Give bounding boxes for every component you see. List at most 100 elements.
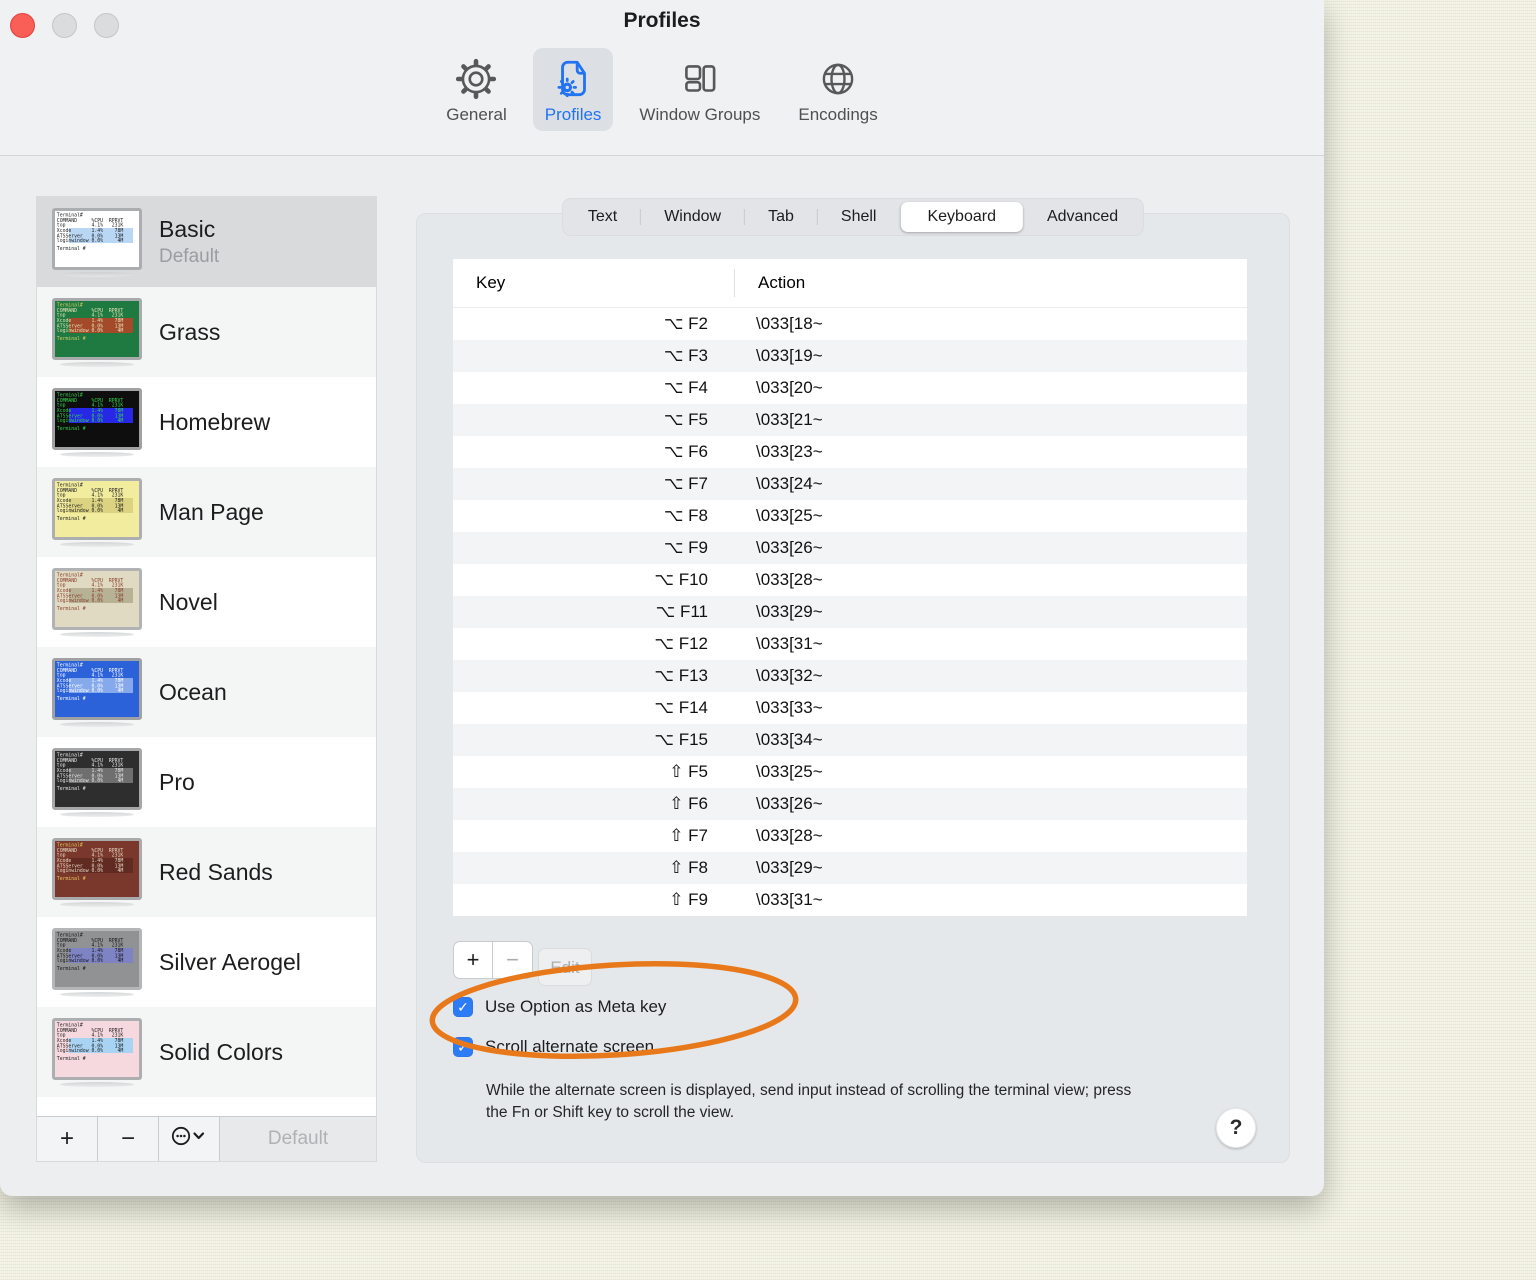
- key-mapping-row[interactable]: ⇧ F8 \033[29~: [453, 852, 1247, 884]
- default-profile-button[interactable]: Default: [220, 1117, 376, 1161]
- add-key-mapping-button[interactable]: +: [453, 941, 493, 979]
- profile-thumbnail: Terminal# COMMAND %CPU RPRVT top 4.1% 231…: [52, 387, 144, 457]
- column-header-action[interactable]: Action: [734, 273, 805, 293]
- table-body: ⌥ F2 \033[18~ ⌥ F3 \033[19~ ⌥ F4 \033[20~ ⌥ F5…: [453, 308, 1247, 916]
- action-cell: \033[28~: [756, 826, 823, 845]
- table-header[interactable]: Key Action: [453, 259, 1247, 308]
- key-mapping-row[interactable]: ⌥ F12 \033[31~: [453, 628, 1247, 660]
- profile-name: Ocean: [159, 678, 227, 705]
- key-mapping-row[interactable]: ⌥ F2 \033[18~: [453, 308, 1247, 340]
- profile-name: Red Sands: [159, 858, 273, 885]
- tab-advanced[interactable]: Advanced: [1024, 202, 1141, 232]
- action-cell: \033[28~: [756, 570, 823, 589]
- action-cell: \033[18~: [756, 314, 823, 333]
- use-option-as-meta-row: ✓ Use Option as Meta key: [453, 997, 666, 1017]
- key-mapping-row[interactable]: ⌥ F6 \033[23~: [453, 436, 1247, 468]
- profile-meta: Pro: [159, 769, 195, 796]
- thumbnail-shadow: [60, 991, 134, 997]
- toolbar-item-window-groups[interactable]: Window Groups: [627, 48, 772, 131]
- profile-settings-panel: Text Window Tab Shell Keyboard Advanced Key A…: [416, 198, 1290, 1163]
- tab-text[interactable]: Text: [565, 202, 640, 232]
- key-mapping-row[interactable]: ⌥ F13 \033[32~: [453, 660, 1247, 692]
- use-option-as-meta-checkbox[interactable]: ✓: [453, 997, 473, 1017]
- profile-name: Novel: [159, 588, 218, 615]
- action-cell: \033[21~: [756, 410, 823, 429]
- edit-key-mapping-button[interactable]: Edit: [538, 948, 592, 986]
- key-mapping-row[interactable]: ⇧ F6 \033[26~: [453, 788, 1247, 820]
- key-cell: ⌥ F6: [663, 442, 708, 461]
- profile-row-silver-aerogel[interactable]: Terminal# COMMAND %CPU RPRVT top 4.1% 231…: [37, 917, 376, 1007]
- profile-meta: Solid Colors: [159, 1039, 283, 1066]
- key-mapping-row[interactable]: ⌥ F9 \033[26~: [453, 532, 1247, 564]
- profile-row-man-page[interactable]: Terminal# COMMAND %CPU RPRVT top 4.1% 231…: [37, 467, 376, 557]
- key-mapping-row[interactable]: ⌥ F8 \033[25~: [453, 500, 1247, 532]
- tab-window[interactable]: Window: [641, 202, 744, 232]
- tab-keyboard[interactable]: Keyboard: [900, 202, 1023, 232]
- key-cell: ⌥ F9: [663, 538, 708, 557]
- profile-row-ocean[interactable]: Terminal# COMMAND %CPU RPRVT top 4.1% 231…: [37, 647, 376, 737]
- profile-thumbnail: Terminal# COMMAND %CPU RPRVT top 4.1% 231…: [52, 837, 144, 907]
- tab-tab[interactable]: Tab: [745, 202, 817, 232]
- table-actions: + − Edit: [453, 941, 592, 986]
- toolbar-item-profiles[interactable]: Profiles: [532, 48, 614, 131]
- profile-row-red-sands[interactable]: Terminal# COMMAND %CPU RPRVT top 4.1% 231…: [37, 827, 376, 917]
- profile-meta: Basic Default: [159, 216, 219, 268]
- profile-row-homebrew[interactable]: Terminal# COMMAND %CPU RPRVT top 4.1% 231…: [37, 377, 376, 467]
- remove-key-mapping-button[interactable]: −: [493, 941, 533, 979]
- terminal-preview: Terminal# COMMAND %CPU RPRVT top 4.1% 231…: [52, 927, 142, 990]
- toolbar-item-encodings[interactable]: Encodings: [786, 48, 889, 131]
- action-cell: \033[31~: [756, 890, 823, 909]
- profile-meta: Grass: [159, 319, 220, 346]
- column-header-key[interactable]: Key: [453, 273, 734, 293]
- terminal-preview: Terminal# COMMAND %CPU RPRVT top 4.1% 231…: [52, 747, 142, 810]
- tab-shell[interactable]: Shell: [818, 202, 900, 232]
- profile-thumbnail: Terminal# COMMAND %CPU RPRVT top 4.1% 231…: [52, 207, 144, 277]
- remove-profile-button[interactable]: −: [98, 1117, 159, 1161]
- profile-row-basic[interactable]: Terminal# COMMAND %CPU RPRVT top 4.1% 231…: [37, 197, 376, 287]
- key-mapping-row[interactable]: ⌥ F3 \033[19~: [453, 340, 1247, 372]
- key-mappings-table: Key Action ⌥ F2 \033[18~ ⌥ F3 \033[19~ ⌥ F4 \…: [453, 259, 1247, 916]
- add-profile-button[interactable]: +: [37, 1117, 98, 1161]
- action-cell: \033[33~: [756, 698, 823, 717]
- action-cell: \033[29~: [756, 858, 823, 877]
- profile-thumbnail: Terminal# COMMAND %CPU RPRVT top 4.1% 231…: [52, 297, 144, 367]
- key-mapping-row[interactable]: ⇧ F5 \033[25~: [453, 756, 1247, 788]
- profile-row-pro[interactable]: Terminal# COMMAND %CPU RPRVT top 4.1% 231…: [37, 737, 376, 827]
- thumbnail-shadow: [60, 451, 134, 457]
- key-mapping-row[interactable]: ⇧ F7 \033[28~: [453, 820, 1247, 852]
- key-cell: ⌥ F7: [663, 474, 708, 493]
- key-mapping-row[interactable]: ⌥ F10 \033[28~: [453, 564, 1247, 596]
- key-mapping-row[interactable]: ⇧ F9 \033[31~: [453, 884, 1247, 916]
- thumbnail-shadow: [60, 631, 134, 637]
- key-cell: ⇧ F9: [669, 890, 708, 909]
- profile-row-solid-colors[interactable]: Terminal# COMMAND %CPU RPRVT top 4.1% 231…: [37, 1007, 376, 1097]
- preview-text: Terminal# COMMAND %CPU RPRVT top 4.1% 231…: [56, 751, 124, 791]
- key-mapping-row[interactable]: ⌥ F7 \033[24~: [453, 468, 1247, 500]
- more-options-button[interactable]: [159, 1117, 220, 1161]
- profile-row-grass[interactable]: Terminal# COMMAND %CPU RPRVT top 4.1% 231…: [37, 287, 376, 377]
- toolbar-label-profiles: Profiles: [544, 105, 602, 124]
- profile-list: Terminal# COMMAND %CPU RPRVT top 4.1% 231…: [37, 197, 376, 1097]
- key-mapping-row[interactable]: ⌥ F5 \033[21~: [453, 404, 1247, 436]
- scroll-alternate-screen-checkbox[interactable]: ✓: [453, 1037, 473, 1057]
- key-cell: ⌥ F13: [654, 666, 708, 685]
- toolbar-label-general: General: [446, 105, 507, 124]
- action-cell: \033[20~: [756, 378, 823, 397]
- profile-meta: Homebrew: [159, 409, 270, 436]
- key-mapping-row[interactable]: ⌥ F14 \033[33~: [453, 692, 1247, 724]
- help-button[interactable]: ?: [1216, 1108, 1256, 1148]
- profile-subtitle: Default: [159, 246, 220, 267]
- key-mapping-row[interactable]: ⌥ F11 \033[29~: [453, 596, 1247, 628]
- profile-thumbnail: Terminal# COMMAND %CPU RPRVT top 4.1% 231…: [52, 1017, 144, 1087]
- toolbar-item-general[interactable]: General: [434, 48, 518, 131]
- terminal-preview: Terminal# COMMAND %CPU RPRVT top 4.1% 231…: [52, 387, 142, 450]
- key-cell: ⌥ F3: [663, 346, 708, 365]
- preview-text: Terminal# COMMAND %CPU RPRVT top 4.1% 231…: [56, 391, 124, 431]
- titlebar: Profiles General Profiles Window Groups …: [0, 0, 1324, 156]
- profile-row-novel[interactable]: Terminal# COMMAND %CPU RPRVT top 4.1% 231…: [37, 557, 376, 647]
- key-cell: ⇧ F8: [669, 858, 708, 877]
- key-mapping-row[interactable]: ⌥ F15 \033[34~: [453, 724, 1247, 756]
- profile-thumbnail: Terminal# COMMAND %CPU RPRVT top 4.1% 231…: [52, 567, 144, 637]
- key-mapping-row[interactable]: ⌥ F4 \033[20~: [453, 372, 1247, 404]
- toolbar-label-window-groups: Window Groups: [639, 105, 761, 124]
